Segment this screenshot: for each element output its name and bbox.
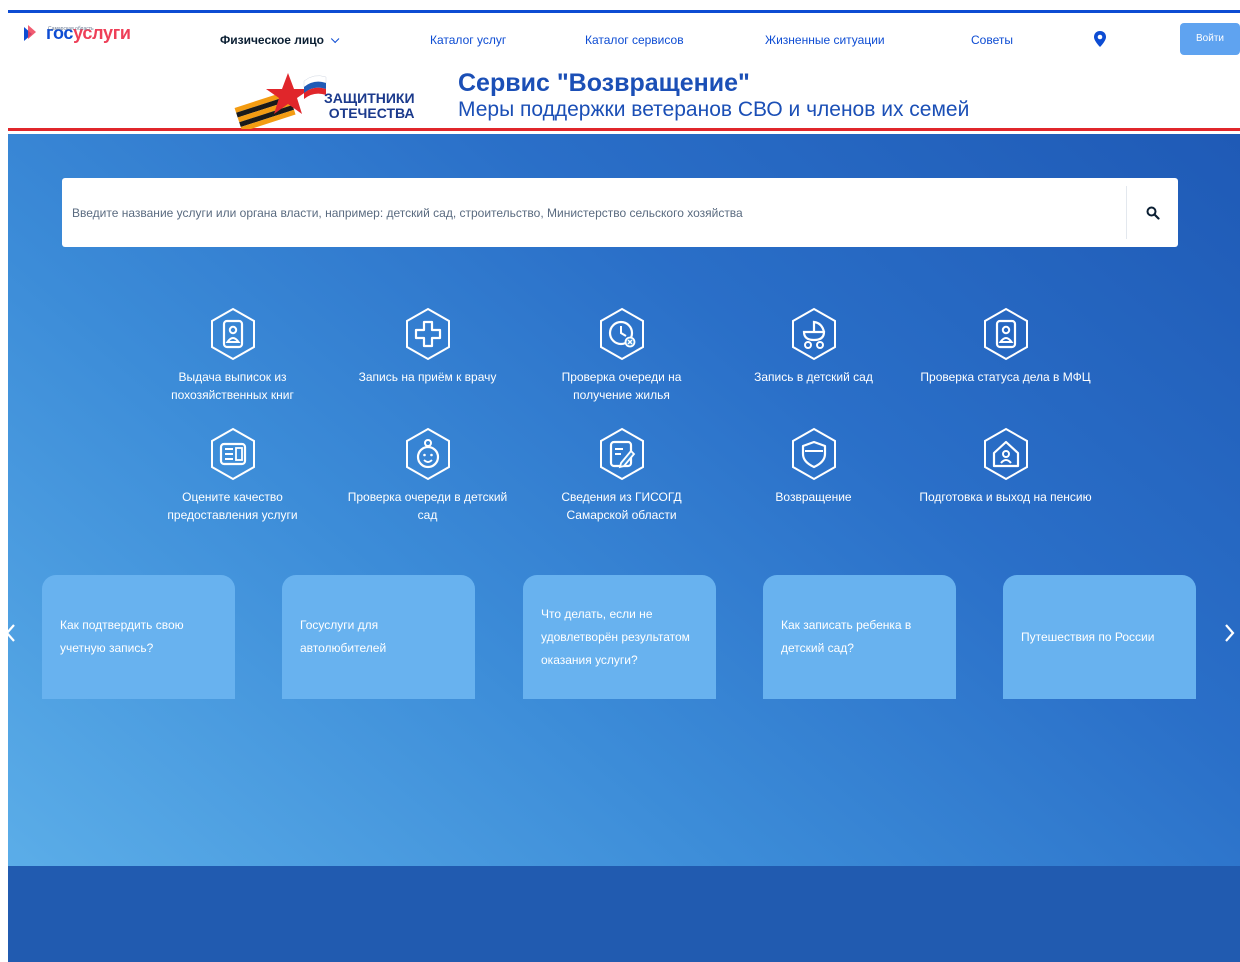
service-label: Возвращение xyxy=(775,490,852,504)
service-item-housing-queue[interactable]: Проверка очереди на получение жилья xyxy=(534,306,709,404)
tip-card-verify-account[interactable]: Как подтвердить свою учетную запись? xyxy=(42,575,235,699)
search-icon xyxy=(1146,206,1160,220)
service-label: Проверка очереди на получение жилья xyxy=(561,370,682,402)
defenders-label: ЗАЩИТНИКИ ОТЕЧЕСТВА xyxy=(324,90,415,121)
service-item-gisogd[interactable]: Сведения из ГИСОГД Самарской области xyxy=(534,426,709,524)
service-item-mfc-status[interactable]: Проверка статуса дела в МФЦ xyxy=(918,306,1093,386)
service-item-kindergarten-queue[interactable]: Проверка очереди в детский сад xyxy=(340,426,515,524)
child-icon xyxy=(405,427,450,481)
hero-section: Выдача выписок из похозяйственных книг З… xyxy=(8,134,1240,866)
service-item-pension[interactable]: Подготовка и выход на пенсию xyxy=(918,426,1093,506)
defenders-emblem-icon xyxy=(234,73,327,129)
tip-card-travel[interactable]: Путешествия по России xyxy=(1003,575,1196,699)
service-label: Оцените качество предоставления услуги xyxy=(167,490,298,522)
carousel-next-icon[interactable] xyxy=(1222,622,1236,644)
tip-card-unsatisfied[interactable]: Что делать, если не удовлетворён результ… xyxy=(523,575,716,699)
service-label: Запись в детский сад xyxy=(754,370,873,384)
search-input[interactable] xyxy=(62,178,1126,247)
promo-banner[interactable]: ЗАЩИТНИКИ ОТЕЧЕСТВА Сервис "Возвращение"… xyxy=(8,63,1240,131)
footer-band xyxy=(8,866,1240,962)
service-label: Проверка очереди в детский сад xyxy=(347,490,508,522)
location-pin-icon[interactable] xyxy=(1093,31,1107,47)
tip-card-kindergarten[interactable]: Как записать ребенка в детский сад? xyxy=(763,575,956,699)
search-divider xyxy=(1126,186,1127,239)
chevron-down-icon xyxy=(330,34,340,44)
top-navigation: госуслуги Самарская область Физическое л… xyxy=(8,10,1240,63)
service-item-kindergarten-enroll[interactable]: Запись в детский сад xyxy=(726,306,901,386)
logo-mark-icon xyxy=(24,25,36,41)
tip-card-label: Как записать ребенка в детский сад? xyxy=(781,618,912,655)
tip-card-label: Госуслуги для автолюбителей xyxy=(300,618,387,655)
service-label: Подготовка и выход на пенсию xyxy=(919,490,1092,504)
region-label: Самарская область xyxy=(48,26,94,32)
search-button[interactable] xyxy=(1128,178,1178,247)
nav-individual-label: Физическое лицо xyxy=(220,33,325,47)
service-item-rate-quality[interactable]: Оцените качество предоставления услуги xyxy=(145,426,320,524)
tip-card-label: Как подтвердить свою учетную запись? xyxy=(60,618,184,655)
banner-subtitle: Меры поддержки ветеранов СВО и членов их… xyxy=(458,98,970,121)
house-person-icon xyxy=(983,427,1028,481)
service-item-doctor-appointment[interactable]: Запись на приём к врачу xyxy=(340,306,515,386)
search-bar xyxy=(62,178,1178,247)
stroller-icon xyxy=(791,307,836,361)
nav-individual-dropdown[interactable]: Физическое лицо xyxy=(220,33,340,47)
tip-card-label: Что делать, если не удовлетворён результ… xyxy=(541,606,690,667)
id-card-icon xyxy=(983,307,1028,361)
service-label: Сведения из ГИСОГД Самарской области xyxy=(561,490,682,522)
clock-icon xyxy=(599,307,644,361)
document-edit-icon xyxy=(599,427,644,481)
carousel-prev-icon[interactable] xyxy=(8,622,18,644)
shield-icon xyxy=(791,427,836,481)
tip-card-label: Путешествия по России xyxy=(1021,629,1155,644)
tip-card-motorists[interactable]: Госуслуги для автолюбителей xyxy=(282,575,475,699)
service-item-return[interactable]: Возвращение xyxy=(726,426,901,506)
service-label: Проверка статуса дела в МФЦ xyxy=(920,370,1091,384)
nav-life-situations[interactable]: Жизненные ситуации xyxy=(765,33,885,47)
rating-card-icon xyxy=(210,427,255,481)
nav-tips[interactable]: Советы xyxy=(971,33,1013,47)
login-button[interactable]: Войти xyxy=(1180,23,1240,55)
medical-cross-icon xyxy=(405,307,450,361)
service-label: Запись на приём к врачу xyxy=(358,370,497,384)
service-label: Выдача выписок из похозяйственных книг xyxy=(171,370,294,402)
nav-catalog-tools[interactable]: Каталог сервисов xyxy=(585,33,684,47)
id-card-icon xyxy=(210,307,255,361)
banner-title: Сервис "Возвращение" xyxy=(458,69,750,97)
nav-catalog-services[interactable]: Каталог услуг xyxy=(430,33,506,47)
service-item-household-books[interactable]: Выдача выписок из похозяйственных книг xyxy=(145,306,320,404)
